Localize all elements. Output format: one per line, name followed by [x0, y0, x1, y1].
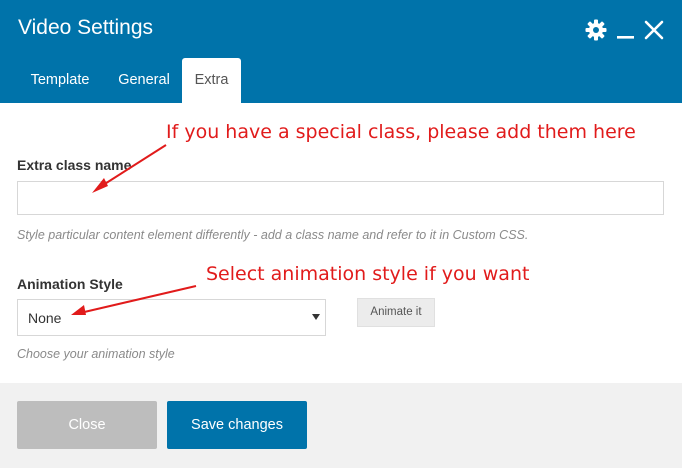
tab-general[interactable]: General [108, 58, 180, 103]
tab-template[interactable]: Template [18, 58, 102, 103]
minimize-icon[interactable] [614, 18, 638, 42]
animation-annotation: Select animation style if you want [206, 263, 530, 285]
gear-icon[interactable] [584, 18, 608, 42]
close-button[interactable]: Close [17, 401, 157, 449]
class-annotation: If you have a special class, please add … [166, 121, 636, 143]
dialog-header: Video Settings Template General Extra [0, 0, 682, 103]
save-changes-button[interactable]: Save changes [167, 401, 307, 449]
chevron-down-icon [312, 314, 320, 320]
extra-class-label: Extra class name [17, 157, 132, 173]
tab-extra[interactable]: Extra [182, 58, 241, 103]
animation-style-label: Animation Style [17, 276, 123, 292]
extra-class-input[interactable] [17, 181, 664, 215]
close-icon[interactable] [642, 18, 666, 42]
animate-it-button[interactable]: Animate it [357, 298, 435, 327]
dialog-title: Video Settings [18, 16, 154, 39]
dialog-footer: Close Save changes [0, 383, 682, 468]
extra-class-help: Style particular content element differe… [17, 228, 529, 242]
animation-style-select[interactable]: None [17, 299, 326, 336]
animation-style-help: Choose your animation style [17, 347, 175, 361]
animation-style-value: None [28, 310, 62, 326]
